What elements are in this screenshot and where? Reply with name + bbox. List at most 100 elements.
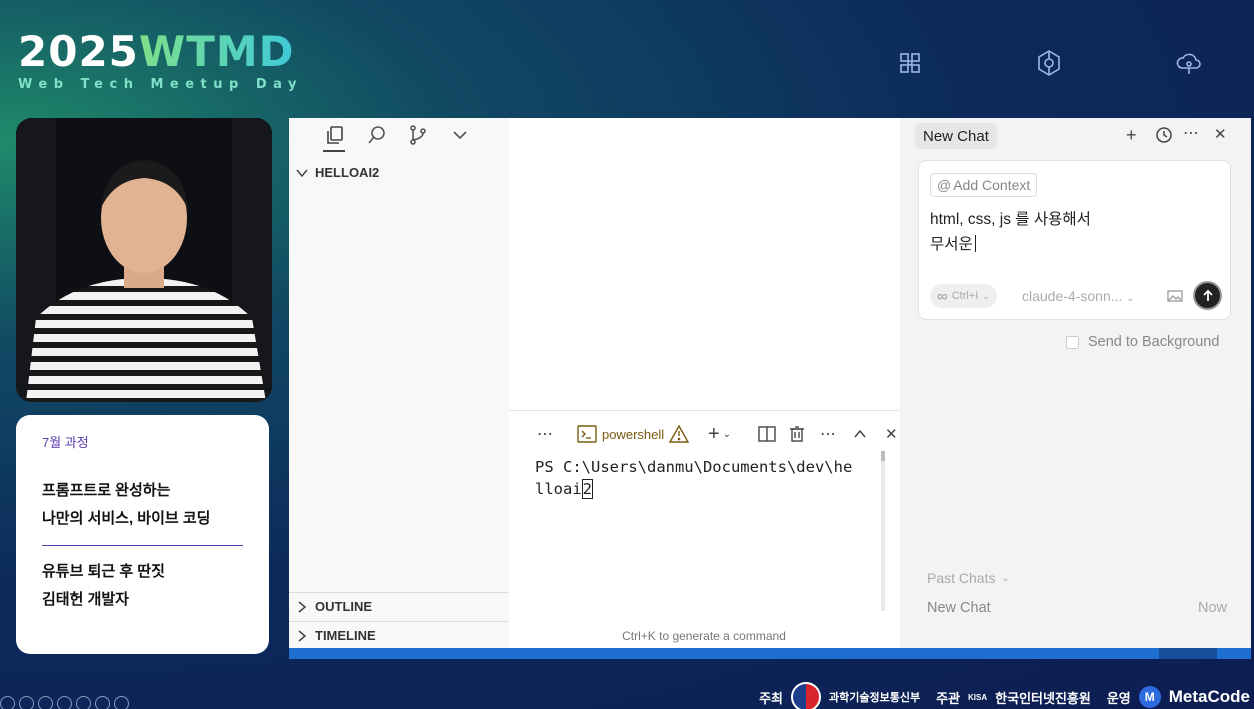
send-button[interactable] [1193,281,1222,310]
model-selector[interactable]: claude-4-sonn... ⌄ [1022,288,1135,304]
event-name: WTMD [138,27,295,76]
edit-icon[interactable] [38,696,53,709]
event-subtitle: Web Tech Meetup Day [18,77,303,92]
more-icon[interactable]: ⋯ [820,421,836,447]
text-caret [974,235,976,252]
session-title-line1: 프롬프트로 완성하는 [42,482,171,499]
active-tab-indicator [323,150,345,152]
project-folder[interactable]: HELLOAI2 [295,165,379,180]
chevron-right-icon [298,600,307,613]
model-name: claude-4-sonn... [1022,288,1123,304]
session-info-card: 7월 과정 프롬프트로 완성하는 나만의 서비스, 바이브 코딩 유튜브 퇴근 … [16,415,269,654]
taegeuk-logo [791,682,822,709]
past-chats-toggle[interactable]: Past Chats ⌄ [927,570,1010,586]
terminal-toolbar: ⋯ powershell + ⌄ ⋯ ✕ [509,421,899,447]
chat-tab[interactable]: New Chat [915,123,997,149]
send-to-background-option[interactable]: Send to Background [1066,334,1219,350]
organizer-label: 주관 [936,690,961,706]
chevron-down-icon: ⌄ [1001,572,1010,584]
terminal-icon [577,425,597,443]
play-icon[interactable] [0,696,15,709]
event-logo-title: 2025WTMD [18,30,303,74]
speaker-name: 김태헌 개발자 [42,591,129,608]
chevron-down-icon[interactable] [449,124,471,146]
shell-name: powershell [602,426,665,442]
close-icon[interactable]: ✕ [1214,126,1232,144]
arrow-up-icon [1202,289,1213,301]
explorer-sidebar: HELLOAI2 OUTLINE TIMELINE [289,118,509,648]
terminal-output[interactable]: PS C:\Users\danmu\Documents\dev\helloai2 [535,456,855,500]
chat-input-line1: html, css, js 를 사용해서 [930,211,1091,228]
send-to-background-checkbox[interactable] [1066,335,1079,349]
terminal-cursor: 2 [581,479,594,499]
outline-label: OUTLINE [315,599,373,614]
timeline-label: TIMELINE [315,628,376,643]
operator-label: 운영 [1106,690,1131,706]
history-item-time: Now [1197,600,1227,616]
chevron-down-icon: ⌄ [1126,293,1135,304]
new-terminal-icon[interactable]: + ⌄ [708,421,731,447]
code-editor-window: HELLOAI2 OUTLINE TIMELINE ⋯ powershell +… [289,118,1251,658]
speaker-webcam [16,118,272,402]
split-terminal-icon[interactable] [758,421,776,447]
section-divider [289,592,509,593]
event-year: 2025 [18,27,139,76]
search-icon[interactable] [366,124,388,146]
chevron-right-icon [298,629,307,642]
warning-icon [669,425,690,443]
stream-frame: 2025WTMD Web Tech Meetup Day 7월 과정 프롬프트로… [0,0,1254,709]
source-control-icon[interactable] [407,124,429,146]
host-label: 주최 [759,690,784,706]
session-month: 7월 과정 [42,435,89,450]
cloud-network-icon [1176,53,1201,74]
metacode-logo: M [1138,686,1161,708]
chat-input-line2: 무서운 [930,236,973,253]
send-to-background-label: Send to Background [1088,334,1220,350]
more-icon[interactable]: ⋯ [1183,126,1201,144]
add-context-button[interactable]: @ Add Context [930,173,1038,197]
save-icon[interactable] [57,696,72,709]
history-icon[interactable] [1155,126,1173,144]
image-icon[interactable] [1167,288,1185,306]
session-title-line2: 나만의 서비스, 바이브 코딩 [42,510,211,527]
history-item-title[interactable]: New Chat [927,600,991,616]
editor-statusbar [289,648,1251,659]
cube-network-icon [900,53,920,73]
card-divider [42,545,243,546]
mode-selector[interactable]: ∞ Ctrl+I ⌄ [930,284,997,308]
next-icon[interactable] [19,696,34,709]
organizer-name: 한국인터넷진흥원 [995,690,1091,706]
more-icon[interactable]: ⋯ [537,421,553,447]
trash-icon[interactable] [788,421,806,447]
infinity-icon: ∞ [937,287,948,305]
outline-section[interactable]: OUTLINE [295,599,372,614]
terminal-tab[interactable]: powershell [577,421,690,447]
editor-area[interactable] [509,118,899,408]
new-chat-icon[interactable]: + [1126,126,1144,144]
speaker-channel: 유튜브 퇴근 후 딴짓 [42,563,165,580]
chat-input[interactable]: html, css, js 를 사용해서 무서운 [930,207,1220,257]
project-name: HELLOAI2 [315,165,380,180]
timeline-section[interactable]: TIMELINE [295,628,376,643]
terminal-scrollbar[interactable] [881,451,885,611]
terminal-panel: ⋯ powershell + ⌄ ⋯ ✕ PS C:\Users\danmu\D… [509,410,899,648]
at-icon: @ [937,177,952,193]
explorer-files-icon[interactable] [324,124,346,146]
sponsor-bar: 주최 과학기술정보통신부 주관 KISA 한국인터넷진흥원 운영 M MetaC… [759,682,1250,709]
statusbar-item[interactable] [1159,648,1217,659]
speaker-video [16,118,272,402]
close-icon[interactable]: ✕ [885,421,898,447]
terminal-hint: Ctrl+K to generate a command [622,629,786,643]
chat-composer: @ Add Context html, css, js 를 사용해서 무서운 ∞ … [918,160,1231,320]
image-icon[interactable] [95,696,110,709]
mode-shortcut: Ctrl+I [951,290,979,302]
past-chats-label: Past Chats [927,570,996,586]
kisa-prefix: KISA [968,692,988,702]
more-icon[interactable] [114,696,129,709]
chevron-up-icon[interactable] [853,421,867,447]
zoom-icon[interactable] [76,696,91,709]
add-context-label: Add Context [953,177,1031,193]
ai-chat-panel: New Chat + ⋯ ✕ @ Add Context html, css, j… [900,118,1251,648]
event-logo: 2025WTMD Web Tech Meetup Day [18,30,303,93]
player-controls [0,696,129,709]
